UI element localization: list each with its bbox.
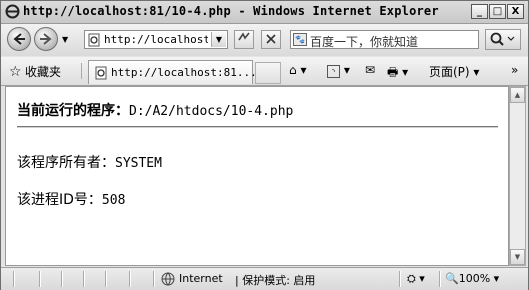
status-divider xyxy=(439,271,441,287)
maximize-button[interactable]: □ xyxy=(489,4,506,19)
scroll-up-button[interactable]: ▲ xyxy=(510,87,525,103)
forward-button[interactable] xyxy=(34,27,58,51)
search-input[interactable]: 百度一下，你就知道 xyxy=(310,33,418,50)
address-bar[interactable]: http://localhost:8 ▼ xyxy=(84,30,228,49)
feeds-button[interactable]: ◝ ▾ xyxy=(327,63,350,78)
rss-icon: ◝ xyxy=(327,65,340,78)
zoom-control[interactable]: 🔍100% ▾ xyxy=(445,272,499,285)
owner-value: SYSTEM xyxy=(115,156,162,171)
search-go-button[interactable] xyxy=(485,29,521,50)
security-zone[interactable]: Internet xyxy=(179,272,223,285)
mail-button[interactable]: ✉ xyxy=(365,63,375,77)
status-divider xyxy=(399,271,401,287)
address-url[interactable]: http://localhost:8 xyxy=(104,33,208,46)
close-window-button[interactable]: X xyxy=(507,4,524,19)
zoom-icon: 🔍 xyxy=(445,272,459,285)
status-divider xyxy=(39,271,41,287)
back-button[interactable] xyxy=(7,27,31,51)
tab-title: http://localhost:81... xyxy=(111,66,257,79)
pid-value: 508 xyxy=(101,193,126,208)
recent-pages-dropdown[interactable]: ▼ xyxy=(62,35,68,44)
divider xyxy=(81,63,82,79)
status-divider xyxy=(13,271,15,287)
security-settings-icon: ⛭ xyxy=(407,272,416,285)
page-menu-button[interactable]: 页面(P) ▾ xyxy=(429,63,479,80)
owner-line: 该程序所有者：SYSTEM xyxy=(17,152,162,172)
vertical-scrollbar[interactable]: ▲ ▼ xyxy=(509,86,526,266)
compatibility-icon xyxy=(238,32,250,41)
ie-logo-icon xyxy=(5,4,20,19)
new-tab-button[interactable] xyxy=(255,62,281,84)
status-divider xyxy=(61,271,63,287)
pid-label: 该进程ID号： xyxy=(17,192,102,208)
favorites-button[interactable]: ☆ 收藏夹 xyxy=(9,63,61,80)
baidu-search-provider-icon: 🐾 xyxy=(293,33,307,46)
status-divider xyxy=(83,271,85,287)
refresh-button[interactable] xyxy=(261,30,281,49)
title-bar: http://localhost:81/10-4.php - Windows I… xyxy=(1,1,528,24)
page-icon xyxy=(95,66,107,80)
page-icon xyxy=(88,33,100,47)
back-arrow-icon xyxy=(13,33,25,45)
print-icon: 🖶 xyxy=(387,65,399,79)
browser-window: http://localhost:81/10-4.php - Windows I… xyxy=(0,0,529,290)
home-button[interactable]: ⌂ ▾ xyxy=(289,63,306,77)
compatibility-view-button[interactable] xyxy=(234,30,254,49)
page-heading: 当前运行的程序：D:/A2/htdocs/10-4.php xyxy=(17,100,293,120)
address-dropdown-button[interactable]: ▼ xyxy=(211,32,226,47)
page-content: 当前运行的程序：D:/A2/htdocs/10-4.php 该程序所有者：SYS… xyxy=(5,86,509,266)
status-divider xyxy=(129,271,131,287)
globe-icon xyxy=(161,272,175,286)
minimize-button[interactable]: _ xyxy=(471,4,488,19)
navigation-bar: ▼ http://localhost:8 ▼ 🐾 百度一下，你就知道 xyxy=(1,24,528,56)
tab-current[interactable]: http://localhost:81... xyxy=(88,60,257,84)
heading-label: 当前运行的程序： xyxy=(17,103,129,119)
horizontal-rule xyxy=(17,126,498,128)
home-icon: ⌂ xyxy=(289,63,297,77)
forward-arrow-icon xyxy=(40,33,52,45)
change-zone-button[interactable]: ⛭ ▾ xyxy=(407,272,425,286)
scroll-down-button[interactable]: ▼ xyxy=(510,249,525,265)
owner-label: 该程序所有者： xyxy=(17,155,115,171)
more-commands-button[interactable]: » xyxy=(511,63,518,77)
pid-line: 该进程ID号：508 xyxy=(17,189,125,209)
mail-icon: ✉ xyxy=(365,63,376,77)
status-divider xyxy=(105,271,107,287)
heading-path: D:/A2/htdocs/10-4.php xyxy=(129,104,294,119)
protected-mode-status[interactable]: | 保护模式: 启用 xyxy=(235,272,315,288)
star-icon: ☆ xyxy=(9,64,22,80)
status-bar: Internet | 保护模式: 启用 ⛭ ▾ 🔍100% ▾ xyxy=(1,267,528,290)
print-button[interactable]: 🖶 ▾ xyxy=(387,63,408,84)
search-box[interactable]: 🐾 百度一下，你就知道 xyxy=(290,30,479,49)
search-icon xyxy=(490,32,515,46)
window-title: http://localhost:81/10-4.php - Windows I… xyxy=(23,4,439,18)
favorites-bar: ☆ 收藏夹 http://localhost:81... ⌂ ▾ ◝ ▾ ✉ 🖶 … xyxy=(1,57,528,86)
refresh-icon xyxy=(266,34,276,44)
status-divider xyxy=(153,271,155,287)
